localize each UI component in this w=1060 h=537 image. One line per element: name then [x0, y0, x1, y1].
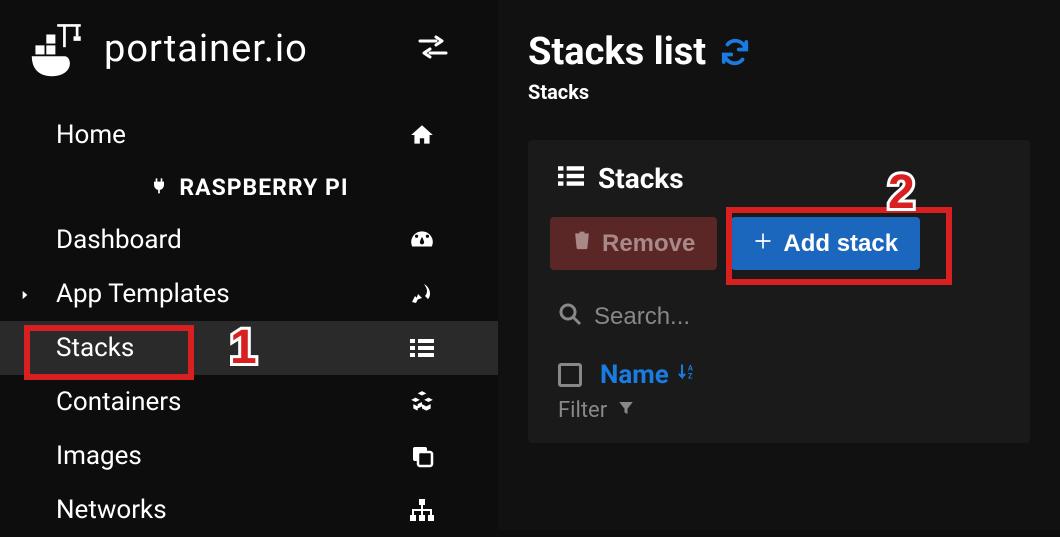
annotation-badge-2: 2	[888, 165, 915, 220]
sidebar-item-label: App Templates	[56, 279, 402, 309]
portainer-logo-icon	[30, 20, 88, 78]
panel-toolbar: Remove Add stack	[528, 211, 1030, 288]
refresh-icon[interactable]	[720, 37, 750, 67]
search-input[interactable]	[594, 303, 1000, 331]
logo-text: portainer.io	[104, 27, 308, 71]
column-label: Name	[600, 360, 669, 390]
sidebar-item-label: Dashboard	[56, 225, 402, 255]
nav: Home RASPBERRY PI Dashboard App Template…	[0, 98, 498, 537]
sort-az-icon: AZ	[677, 360, 697, 390]
filter-label: Filter	[558, 398, 607, 423]
filter-icon	[617, 398, 635, 423]
sidebar: portainer.io Home RASPBERRY PI Dashboard	[0, 0, 498, 530]
list-icon	[402, 337, 442, 359]
list-icon	[558, 162, 584, 195]
button-label: Remove	[602, 230, 695, 258]
sidebar-item-home[interactable]: Home	[0, 108, 498, 162]
cubes-icon	[402, 389, 442, 415]
remove-button[interactable]: Remove	[550, 217, 717, 270]
sidebar-item-networks[interactable]: Networks	[0, 483, 498, 537]
annotation-badge-1: 1	[230, 320, 257, 375]
sidebar-item-endpoint[interactable]: RASPBERRY PI	[0, 162, 498, 213]
search-row	[528, 288, 1030, 346]
sitemap-icon	[402, 498, 442, 522]
plug-icon	[149, 174, 169, 201]
page-header: Stacks list	[528, 30, 1030, 74]
clone-icon	[402, 444, 442, 468]
home-icon	[402, 122, 442, 148]
table-header: Name AZ	[528, 346, 1030, 394]
select-all-checkbox[interactable]	[558, 363, 582, 387]
stacks-panel: Stacks Remove Add stack	[528, 140, 1030, 443]
page-title: Stacks list	[528, 30, 706, 74]
sidebar-item-label: Images	[56, 441, 402, 471]
sidebar-item-images[interactable]: Images	[0, 429, 498, 483]
panel-title: Stacks	[598, 162, 684, 195]
svg-text:Z: Z	[688, 372, 693, 381]
search-icon	[558, 302, 582, 332]
sidebar-item-label: Home	[56, 120, 402, 150]
sidebar-item-label: Networks	[56, 495, 402, 525]
main-content: Stacks list Stacks Stacks	[498, 0, 1060, 530]
sidebar-item-label: RASPBERRY PI	[179, 174, 348, 201]
sidebar-item-containers[interactable]: Containers	[0, 375, 498, 429]
sidebar-item-label: Containers	[56, 387, 402, 417]
chevron-right-icon	[18, 279, 32, 309]
plus-icon	[753, 230, 773, 258]
column-name[interactable]: Name AZ	[600, 360, 697, 390]
sidebar-item-label: Stacks	[56, 333, 402, 363]
add-stack-button[interactable]: Add stack	[731, 217, 920, 270]
logo-row: portainer.io	[0, 0, 498, 98]
gauge-icon	[402, 227, 442, 253]
sidebar-toggle-icon[interactable]	[418, 35, 448, 63]
breadcrumb: Stacks	[528, 80, 1030, 104]
sidebar-item-dashboard[interactable]: Dashboard	[0, 213, 498, 267]
button-label: Add stack	[783, 230, 898, 258]
trash-icon	[572, 229, 592, 258]
rocket-icon	[402, 282, 442, 306]
panel-header: Stacks	[528, 140, 1030, 211]
filter-row[interactable]: Filter	[528, 394, 1030, 443]
sidebar-item-app-templates[interactable]: App Templates	[0, 267, 498, 321]
